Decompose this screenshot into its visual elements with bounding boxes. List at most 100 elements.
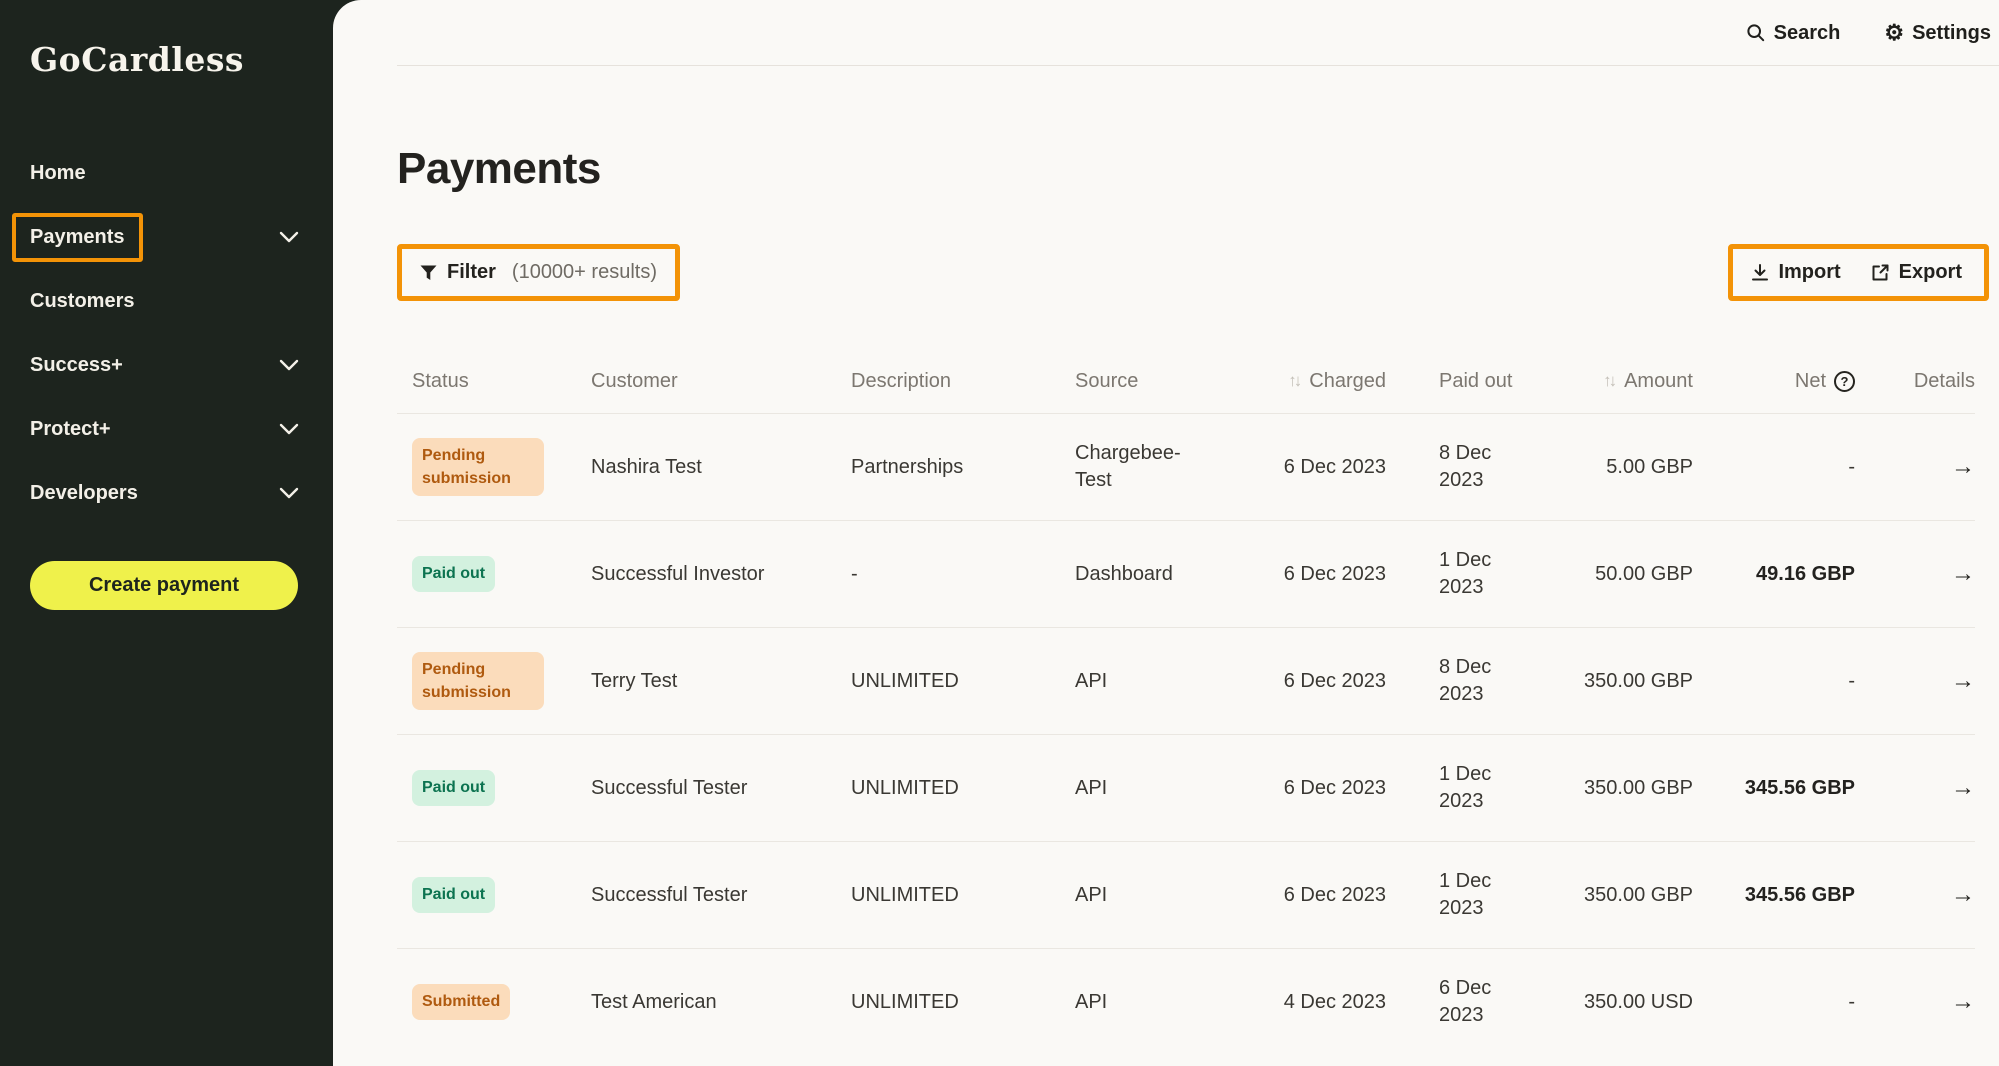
help-icon[interactable]: ? [1834, 371, 1855, 392]
details-cell: → [1855, 453, 1975, 481]
content: Payments Filter (10000+ results) [333, 144, 1999, 1055]
status-badge: Paid out [412, 556, 495, 591]
row-details-arrow-icon[interactable]: → [1951, 988, 1975, 1016]
toolbar: Filter (10000+ results) Import [397, 244, 1975, 301]
amount-cell: 350.00 GBP [1573, 884, 1693, 907]
chevron-down-icon [279, 423, 299, 435]
source-cell: Dashboard [1058, 561, 1244, 588]
customer-cell: Test American [574, 991, 834, 1014]
charged-cell: 4 Dec 2023 [1244, 991, 1386, 1014]
main-panel: Search ⚙ Settings Payments Filter (10000… [333, 0, 1999, 1066]
search-icon [1746, 23, 1766, 43]
amount-cell: 350.00 USD [1573, 991, 1693, 1014]
topbar: Search ⚙ Settings [333, 0, 1999, 66]
customer-cell: Successful Investor [574, 563, 834, 586]
details-cell: → [1855, 988, 1975, 1016]
details-cell: → [1855, 560, 1975, 588]
customer-cell: Nashira Test [574, 456, 834, 479]
details-cell: → [1855, 774, 1975, 802]
sidebar-nav: Home Payments Customers [0, 141, 333, 525]
paid-out-cell: 1 Dec 2023 [1386, 868, 1573, 922]
header-divider [397, 65, 1999, 66]
sort-icon[interactable]: ↑↓ [1603, 371, 1614, 391]
sidebar-item[interactable]: Developers [0, 461, 333, 525]
description-cell: UNLIMITED [834, 777, 1058, 800]
net-cell: 49.16 GBP [1693, 563, 1855, 586]
col-header-amount[interactable]: ↑↓ Amount [1573, 369, 1693, 393]
status-cell: Pending submission [397, 438, 574, 496]
sidebar-item-annotation: Success+ [30, 354, 123, 377]
sidebar-item-label: Success+ [30, 354, 123, 377]
export-label: Export [1899, 261, 1962, 284]
status-cell: Paid out [397, 770, 574, 805]
import-label: Import [1778, 261, 1840, 284]
sidebar-item-annotation: Customers [30, 290, 134, 313]
sidebar-item-label: Protect+ [30, 418, 111, 441]
table-row[interactable]: Paid out Successful Tester UNLIMITED API… [397, 734, 1975, 841]
sidebar: GoCardless Home Payments [0, 0, 333, 1066]
status-cell: Paid out [397, 877, 574, 912]
gocardless-logo: GoCardless [0, 0, 333, 79]
net-cell: - [1693, 991, 1855, 1014]
sidebar-item[interactable]: Customers [0, 269, 333, 333]
charged-cell: 6 Dec 2023 [1244, 884, 1386, 907]
net-cell: 345.56 GBP [1693, 777, 1855, 800]
status-badge: Paid out [412, 770, 495, 805]
sort-icon[interactable]: ↑↓ [1288, 371, 1299, 391]
table-row[interactable]: Submitted Test American UNLIMITED API 4 … [397, 948, 1975, 1055]
row-details-arrow-icon[interactable]: → [1951, 881, 1975, 909]
customer-cell: Successful Tester [574, 884, 834, 907]
paid-out-cell: 8 Dec 2023 [1386, 440, 1573, 494]
amount-cell: 350.00 GBP [1573, 670, 1693, 693]
row-details-arrow-icon[interactable]: → [1951, 774, 1975, 802]
sidebar-item-annotation: Developers [30, 482, 138, 505]
row-details-arrow-icon[interactable]: → [1951, 560, 1975, 588]
details-cell: → [1855, 881, 1975, 909]
import-button[interactable]: Import [1751, 261, 1840, 284]
source-cell: Chargebee-Test [1058, 440, 1244, 494]
net-cell: - [1693, 456, 1855, 479]
settings-button[interactable]: ⚙ Settings [1884, 22, 1991, 45]
search-label: Search [1774, 22, 1841, 45]
sidebar-item[interactable]: Success+ [0, 333, 333, 397]
charged-cell: 6 Dec 2023 [1244, 777, 1386, 800]
details-cell: → [1855, 667, 1975, 695]
search-button[interactable]: Search [1746, 22, 1841, 45]
net-cell: - [1693, 670, 1855, 693]
download-icon [1751, 264, 1769, 282]
paid-out-cell: 1 Dec 2023 [1386, 547, 1573, 601]
description-cell: - [834, 563, 1058, 586]
table-row[interactable]: Paid out Successful Investor - Dashboard… [397, 520, 1975, 627]
col-header-source: Source [1058, 370, 1244, 393]
status-cell: Paid out [397, 556, 574, 591]
status-cell: Submitted [397, 984, 574, 1019]
paid-out-cell: 8 Dec 2023 [1386, 654, 1573, 708]
row-details-arrow-icon[interactable]: → [1951, 453, 1975, 481]
chevron-down-icon [279, 359, 299, 371]
paid-out-cell: 6 Dec 2023 [1386, 975, 1573, 1029]
chevron-down-icon [279, 487, 299, 499]
table-row[interactable]: Paid out Successful Tester UNLIMITED API… [397, 841, 1975, 948]
col-header-customer: Customer [574, 370, 834, 393]
col-header-net: Net ? [1693, 370, 1855, 393]
sidebar-item[interactable]: Protect+ [0, 397, 333, 461]
sidebar-item-annotation: Payments [12, 213, 143, 262]
col-header-status: Status [397, 370, 574, 393]
sidebar-item[interactable]: Home [0, 141, 333, 205]
sidebar-item-annotation: Protect+ [30, 418, 111, 441]
sidebar-item-label: Customers [30, 290, 134, 313]
charged-cell: 6 Dec 2023 [1244, 456, 1386, 479]
row-details-arrow-icon[interactable]: → [1951, 667, 1975, 695]
filter-label: Filter [447, 261, 496, 284]
sidebar-item-label: Home [30, 162, 86, 185]
sidebar-item[interactable]: Payments [0, 205, 333, 269]
create-payment-button[interactable]: Create payment [30, 561, 298, 610]
filter-button[interactable]: Filter [420, 261, 496, 284]
customer-cell: Terry Test [574, 670, 834, 693]
description-cell: UNLIMITED [834, 884, 1058, 907]
sidebar-item-annotation: Home [30, 162, 86, 185]
table-row[interactable]: Pending submission Terry Test UNLIMITED … [397, 627, 1975, 734]
col-header-charged[interactable]: ↑↓ Charged [1244, 369, 1386, 393]
export-button[interactable]: Export [1871, 261, 1962, 284]
table-row[interactable]: Pending submission Nashira Test Partners… [397, 413, 1975, 520]
